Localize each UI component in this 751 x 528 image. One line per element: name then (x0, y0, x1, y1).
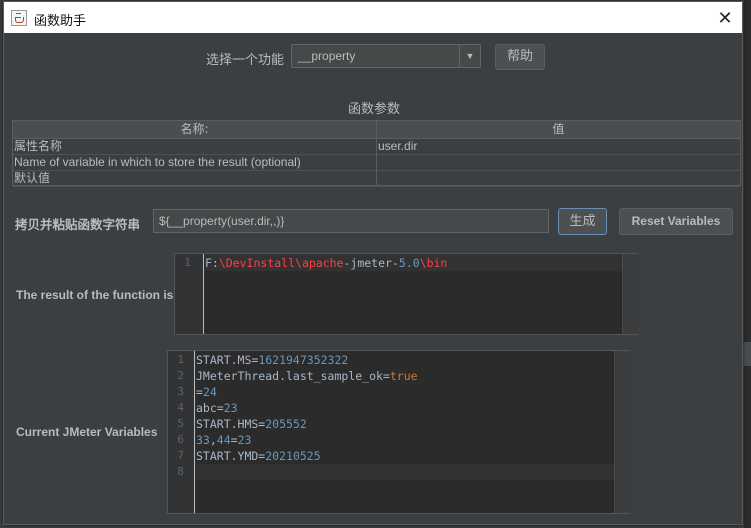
line-gutter: 1 (175, 254, 203, 334)
reset-variables-button[interactable]: Reset Variables (619, 208, 733, 235)
param-name-cell: 属性名称 (14, 139, 63, 153)
code-line[interactable]: 7 START.YMD=20210525 (168, 448, 616, 464)
code-text: =24 (196, 384, 217, 400)
code-token: 33 (196, 433, 210, 447)
code-token: 205552 (265, 417, 307, 431)
vertical-scrollbar[interactable] (614, 351, 630, 513)
cell-divider (376, 138, 377, 154)
code-text: START.MS=1621947352322 (196, 352, 348, 368)
editor-margin-line (203, 254, 204, 334)
window-title: 函数助手 (34, 14, 87, 29)
variables-lines: 1 START.MS=1621947352322 2 JMeterThread.las… (168, 352, 616, 512)
code-text: abc=23 (196, 400, 238, 416)
result-text: F:\DevInstall\apache-jmeter-5.0\bin (205, 255, 447, 271)
generate-button[interactable]: 生成 (558, 208, 607, 235)
code-text: 33,44=23 (196, 432, 251, 448)
vertical-scrollbar[interactable] (622, 254, 638, 334)
code-token: = (230, 433, 238, 447)
function-select-value: __property (298, 49, 356, 63)
params-title: 函数参数 (348, 102, 401, 117)
variables-editor[interactable]: 1 START.MS=1621947352322 2 JMeterThread.las… (167, 350, 630, 514)
column-header-name[interactable]: 名称: (13, 121, 377, 138)
code-token: 23 (237, 433, 252, 447)
code-token: 1621947352322 (258, 353, 349, 367)
table-row[interactable]: Name of variable in which to store the r… (13, 154, 740, 171)
close-icon[interactable]: ✕ (714, 7, 736, 29)
title-bar: 函数助手 ✕ (4, 2, 742, 33)
param-name-cell: 默认值 (14, 171, 51, 185)
code-line[interactable]: 5 START.HMS=205552 (168, 416, 616, 432)
param-name-cell: Name of variable in which to store the r… (14, 155, 301, 169)
code-token: -jmeter- (343, 256, 399, 270)
code-text: START.YMD=20210525 (196, 448, 321, 464)
function-select[interactable]: __property ▼ (291, 44, 481, 68)
code-token: abc= (196, 401, 224, 415)
line-number: 7 (177, 449, 184, 462)
line-number: 1 (184, 256, 191, 269)
function-helper-dialog: 函数助手 ✕ 选择一个功能 __property ▼ 帮助 函数参数 名称: 值… (3, 1, 743, 525)
chevron-down-icon[interactable]: ▼ (459, 45, 480, 67)
code-token: JMeterThread.last_sample_ok= (196, 369, 390, 383)
column-header-value[interactable]: 值 (377, 121, 740, 138)
cell-divider (376, 170, 377, 186)
code-token: START.YMD= (196, 449, 266, 463)
code-token: , (209, 433, 217, 447)
code-token: 5.0 (398, 256, 420, 270)
code-token: F: (205, 256, 219, 270)
line-number: 8 (177, 465, 184, 478)
line-number: 5 (177, 417, 184, 430)
code-text: JMeterThread.last_sample_ok=true (196, 368, 418, 384)
param-value-cell[interactable] (378, 155, 738, 170)
code-token: START.MS= (196, 353, 259, 367)
param-value-cell[interactable]: user.dir (378, 139, 738, 154)
line-number: 1 (177, 353, 184, 366)
background-window-edge (744, 0, 751, 528)
code-token: 23 (223, 401, 238, 415)
function-select-label: 选择一个功能 (206, 53, 285, 68)
code-line[interactable]: 1 START.MS=1621947352322 (168, 352, 616, 368)
result-label: The result of the function is (16, 288, 174, 302)
cell-divider (376, 154, 377, 170)
table-row[interactable]: 属性名称 user.dir (13, 138, 740, 155)
code-line[interactable]: 2 JMeterThread.last_sample_ok=true (168, 368, 616, 384)
code-line[interactable]: 6 33,44=23 (168, 432, 616, 448)
code-line[interactable]: 4 abc=23 (168, 400, 616, 416)
code-token: START.HMS= (196, 417, 266, 431)
params-table: 名称: 值 属性名称 user.dir Name of variable in … (12, 120, 741, 187)
copy-paste-label: 拷贝并粘贴函数字符串 (15, 217, 141, 232)
line-number: 4 (177, 401, 184, 414)
code-token: 44 (216, 433, 231, 447)
code-token: 20210525 (265, 449, 321, 463)
code-token: true (389, 369, 418, 383)
code-token: = (196, 385, 203, 399)
code-token: \DevInstall\apache (218, 256, 344, 270)
line-number: 3 (177, 385, 184, 398)
java-cup-icon (11, 10, 27, 26)
line-number: 2 (177, 369, 184, 382)
function-string-field[interactable]: ${__property(user.dir,,)} (153, 209, 549, 233)
code-line[interactable]: 8 (168, 464, 616, 480)
params-table-header: 名称: 值 (13, 121, 740, 139)
code-token: \bin (419, 256, 448, 270)
param-value-cell[interactable] (378, 171, 738, 186)
code-token: 24 (202, 385, 217, 399)
line-number: 6 (177, 433, 184, 446)
variables-label: Current JMeter Variables (16, 425, 158, 439)
code-line[interactable]: 3 =24 (168, 384, 616, 400)
code-text: START.HMS=205552 (196, 416, 307, 432)
table-row[interactable]: 默认值 (13, 170, 740, 187)
help-button[interactable]: 帮助 (495, 44, 545, 70)
result-editor[interactable]: 1 F:\DevInstall\apache-jmeter-5.0\bin (174, 253, 638, 335)
